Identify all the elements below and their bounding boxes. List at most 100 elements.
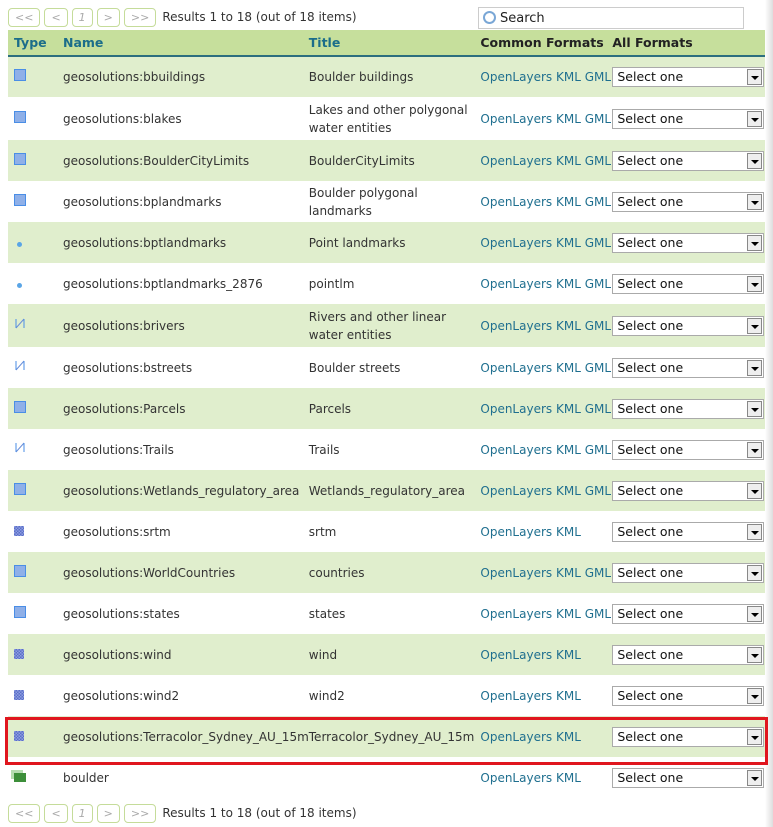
select-value: Select one — [617, 275, 684, 291]
format-link-gml[interactable]: GML — [585, 236, 611, 250]
first-page-button[interactable]: << — [8, 803, 41, 823]
polygon-type-icon — [14, 193, 26, 206]
search-input[interactable]: Search — [478, 7, 744, 29]
format-link-openlayers[interactable]: OpenLayers — [480, 112, 552, 126]
format-link-gml[interactable]: GML — [585, 443, 611, 457]
chevron-down-icon[interactable] — [747, 152, 763, 169]
last-page-button[interactable]: >> — [123, 803, 157, 823]
prev-page-button[interactable]: < — [44, 7, 68, 27]
format-link-kml[interactable]: KML — [556, 361, 581, 375]
chevron-down-icon[interactable] — [747, 359, 763, 376]
format-link-openlayers[interactable]: OpenLayers — [480, 277, 552, 291]
page-number-button[interactable]: 1 — [71, 7, 93, 27]
all-formats-select[interactable]: Select one — [612, 603, 765, 624]
format-link-kml[interactable]: KML — [556, 607, 581, 621]
format-link-openlayers[interactable]: OpenLayers — [480, 525, 552, 539]
format-link-openlayers[interactable]: OpenLayers — [480, 648, 552, 662]
all-formats-select[interactable]: Select one — [612, 191, 765, 212]
format-link-openlayers[interactable]: OpenLayers — [480, 195, 552, 209]
format-link-kml[interactable]: KML — [556, 566, 581, 580]
format-link-kml[interactable]: KML — [556, 443, 581, 457]
chevron-down-icon[interactable] — [747, 482, 763, 499]
format-link-openlayers[interactable]: OpenLayers — [480, 566, 552, 580]
format-link-gml[interactable]: GML — [585, 195, 611, 209]
line-type-icon — [14, 359, 26, 372]
chevron-down-icon[interactable] — [747, 441, 763, 458]
format-link-openlayers[interactable]: OpenLayers — [480, 154, 552, 168]
format-link-gml[interactable]: GML — [585, 402, 611, 416]
chevron-down-icon[interactable] — [747, 400, 763, 417]
next-page-button[interactable]: > — [96, 803, 120, 823]
all-formats-select[interactable]: Select one — [612, 439, 765, 460]
format-link-kml[interactable]: KML — [556, 154, 581, 168]
layer-title: Lakes and other polygonal water entities — [308, 102, 468, 135]
all-formats-select[interactable]: Select one — [612, 150, 765, 171]
all-formats-select[interactable]: Select one — [612, 767, 765, 788]
all-formats-select[interactable]: Select one — [612, 562, 765, 583]
format-link-kml[interactable]: KML — [556, 319, 581, 333]
format-link-kml[interactable]: KML — [556, 484, 581, 498]
format-link-gml[interactable]: GML — [585, 154, 611, 168]
page-number-button[interactable]: 1 — [71, 803, 93, 823]
format-link-openlayers[interactable]: OpenLayers — [480, 361, 552, 375]
format-link-openlayers[interactable]: OpenLayers — [480, 730, 552, 744]
last-page-button[interactable]: >> — [123, 7, 157, 27]
format-link-openlayers[interactable]: OpenLayers — [480, 771, 552, 785]
all-formats-select[interactable]: Select one — [612, 108, 765, 129]
chevron-down-icon[interactable] — [747, 317, 763, 334]
all-formats-select[interactable]: Select one — [612, 685, 765, 706]
chevron-down-icon[interactable] — [747, 605, 763, 622]
chevron-down-icon[interactable] — [747, 564, 763, 581]
format-link-openlayers[interactable]: OpenLayers — [480, 689, 552, 703]
format-link-kml[interactable]: KML — [556, 236, 581, 250]
format-link-gml[interactable]: GML — [585, 361, 611, 375]
chevron-down-icon[interactable] — [747, 69, 763, 85]
format-link-gml[interactable]: GML — [585, 277, 611, 291]
format-link-kml[interactable]: KML — [556, 112, 581, 126]
format-link-kml[interactable]: KML — [556, 689, 581, 703]
all-formats-select[interactable]: Select one — [612, 357, 765, 378]
all-formats-select[interactable]: Select one — [612, 726, 765, 747]
all-formats-select[interactable]: Select one — [612, 232, 765, 253]
chevron-down-icon[interactable] — [747, 275, 763, 292]
format-link-openlayers[interactable]: OpenLayers — [480, 607, 552, 621]
format-link-kml[interactable]: KML — [556, 277, 581, 291]
chevron-down-icon[interactable] — [747, 728, 763, 745]
format-link-gml[interactable]: GML — [585, 484, 611, 498]
chevron-down-icon[interactable] — [747, 769, 763, 786]
chevron-down-icon[interactable] — [747, 523, 763, 540]
format-link-kml[interactable]: KML — [556, 70, 581, 84]
format-link-gml[interactable]: GML — [585, 566, 611, 580]
format-link-openlayers[interactable]: OpenLayers — [480, 443, 552, 457]
all-formats-select[interactable]: Select one — [612, 644, 765, 665]
next-page-button[interactable]: > — [96, 7, 120, 27]
format-link-openlayers[interactable]: OpenLayers — [480, 319, 552, 333]
format-link-kml[interactable]: KML — [556, 402, 581, 416]
format-link-gml[interactable]: GML — [585, 112, 611, 126]
chevron-down-icon[interactable] — [747, 110, 763, 127]
all-formats-select[interactable]: Select one — [612, 273, 765, 294]
all-formats-select[interactable]: Select one — [612, 67, 765, 87]
first-page-button[interactable]: << — [8, 7, 41, 27]
chevron-down-icon[interactable] — [747, 646, 763, 663]
chevron-down-icon[interactable] — [747, 687, 763, 704]
prev-page-button[interactable]: < — [44, 803, 68, 823]
format-link-kml[interactable]: KML — [556, 195, 581, 209]
format-link-openlayers[interactable]: OpenLayers — [480, 402, 552, 416]
all-formats-select[interactable]: Select one — [612, 398, 765, 419]
chevron-down-icon[interactable] — [747, 193, 763, 210]
format-link-gml[interactable]: GML — [585, 319, 611, 333]
all-formats-select[interactable]: Select one — [612, 315, 765, 336]
format-link-kml[interactable]: KML — [556, 730, 581, 744]
format-link-openlayers[interactable]: OpenLayers — [480, 70, 552, 84]
format-link-openlayers[interactable]: OpenLayers — [480, 484, 552, 498]
format-link-gml[interactable]: GML — [585, 607, 611, 621]
chevron-down-icon[interactable] — [747, 234, 763, 251]
format-link-kml[interactable]: KML — [556, 525, 581, 539]
format-link-kml[interactable]: KML — [556, 648, 581, 662]
all-formats-select[interactable]: Select one — [612, 480, 765, 501]
format-link-gml[interactable]: GML — [585, 70, 611, 84]
format-link-openlayers[interactable]: OpenLayers — [480, 236, 552, 250]
all-formats-select[interactable]: Select one — [612, 521, 765, 542]
format-link-kml[interactable]: KML — [556, 771, 581, 785]
